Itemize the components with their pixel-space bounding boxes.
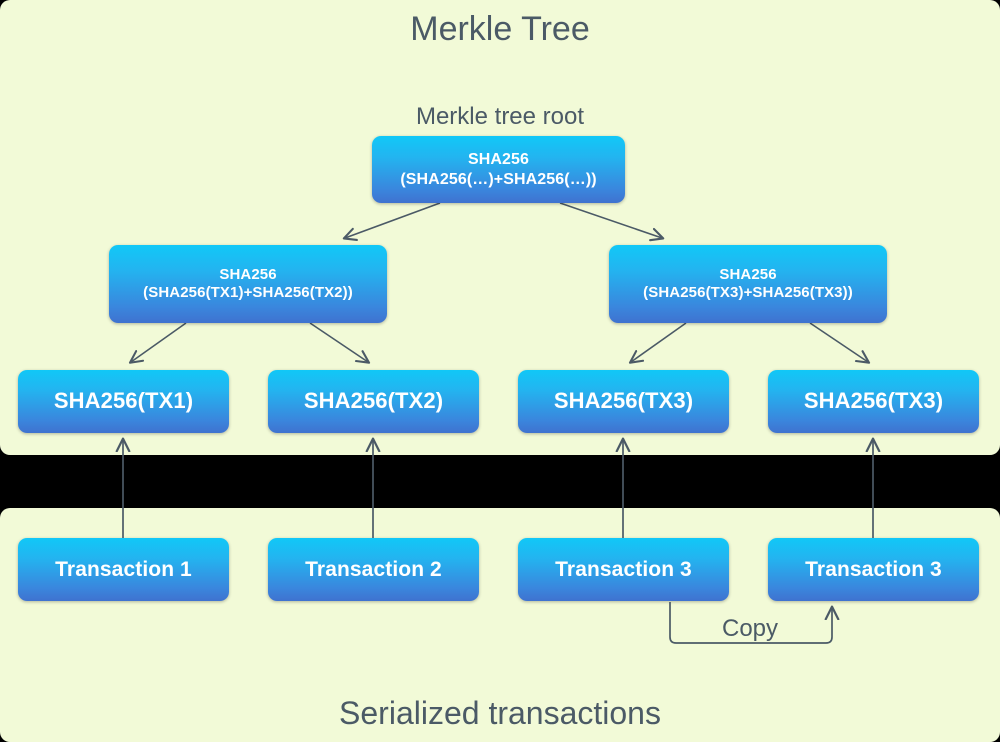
leaf-hash-node-1[interactable]: SHA256(TX1) xyxy=(18,370,229,433)
transaction-label-1: Transaction 1 xyxy=(55,557,192,581)
hash-node-right-branch[interactable]: SHA256 (SHA256(TX3)+SHA256(TX3)) xyxy=(609,245,887,323)
leaf-hash-node-4[interactable]: SHA256(TX3) xyxy=(768,370,979,433)
hash-node-right-line1: SHA256 xyxy=(719,265,777,283)
page-title: Merkle Tree xyxy=(410,10,590,48)
bottom-caption: Serialized transactions xyxy=(339,695,661,731)
leaf-hash-label-3: SHA256(TX3) xyxy=(553,388,694,414)
transaction-node-4[interactable]: Transaction 3 xyxy=(768,538,979,601)
merkle-root-label: Merkle tree root xyxy=(415,103,585,130)
merkle-root-line1: SHA256 xyxy=(467,150,530,168)
copy-label: Copy xyxy=(721,615,779,642)
hash-node-right-line2: (SHA256(TX3)+SHA256(TX3)) xyxy=(643,284,853,301)
leaf-hash-label-2: SHA256(TX2) xyxy=(303,388,444,414)
transaction-node-1[interactable]: Transaction 1 xyxy=(18,538,229,601)
transaction-label-4: Transaction 3 xyxy=(805,557,942,581)
merkle-tree-diagram: Merkle Tree Merkle tree root Copy Serial… xyxy=(0,0,1000,742)
transaction-node-2[interactable]: Transaction 2 xyxy=(268,538,479,601)
transaction-label-2: Transaction 2 xyxy=(305,557,442,581)
separator-band xyxy=(0,455,1000,508)
transaction-label-3: Transaction 3 xyxy=(555,557,692,581)
leaf-hash-node-2[interactable]: SHA256(TX2) xyxy=(268,370,479,433)
hash-node-left-line1: SHA256 xyxy=(219,265,277,283)
hash-node-left-line2: (SHA256(TX1)+SHA256(TX2)) xyxy=(143,284,353,301)
leaf-hash-label-1: SHA256(TX1) xyxy=(53,388,194,414)
hash-node-left-branch[interactable]: SHA256 (SHA256(TX1)+SHA256(TX2)) xyxy=(109,245,387,323)
leaf-hash-node-3[interactable]: SHA256(TX3) xyxy=(518,370,729,433)
merkle-root-line2: (SHA256(…)+SHA256(…)) xyxy=(400,170,597,188)
merkle-root-node[interactable]: SHA256 (SHA256(…)+SHA256(…)) xyxy=(372,136,625,203)
leaf-hash-label-4: SHA256(TX3) xyxy=(803,388,944,414)
transaction-node-3[interactable]: Transaction 3 xyxy=(518,538,729,601)
